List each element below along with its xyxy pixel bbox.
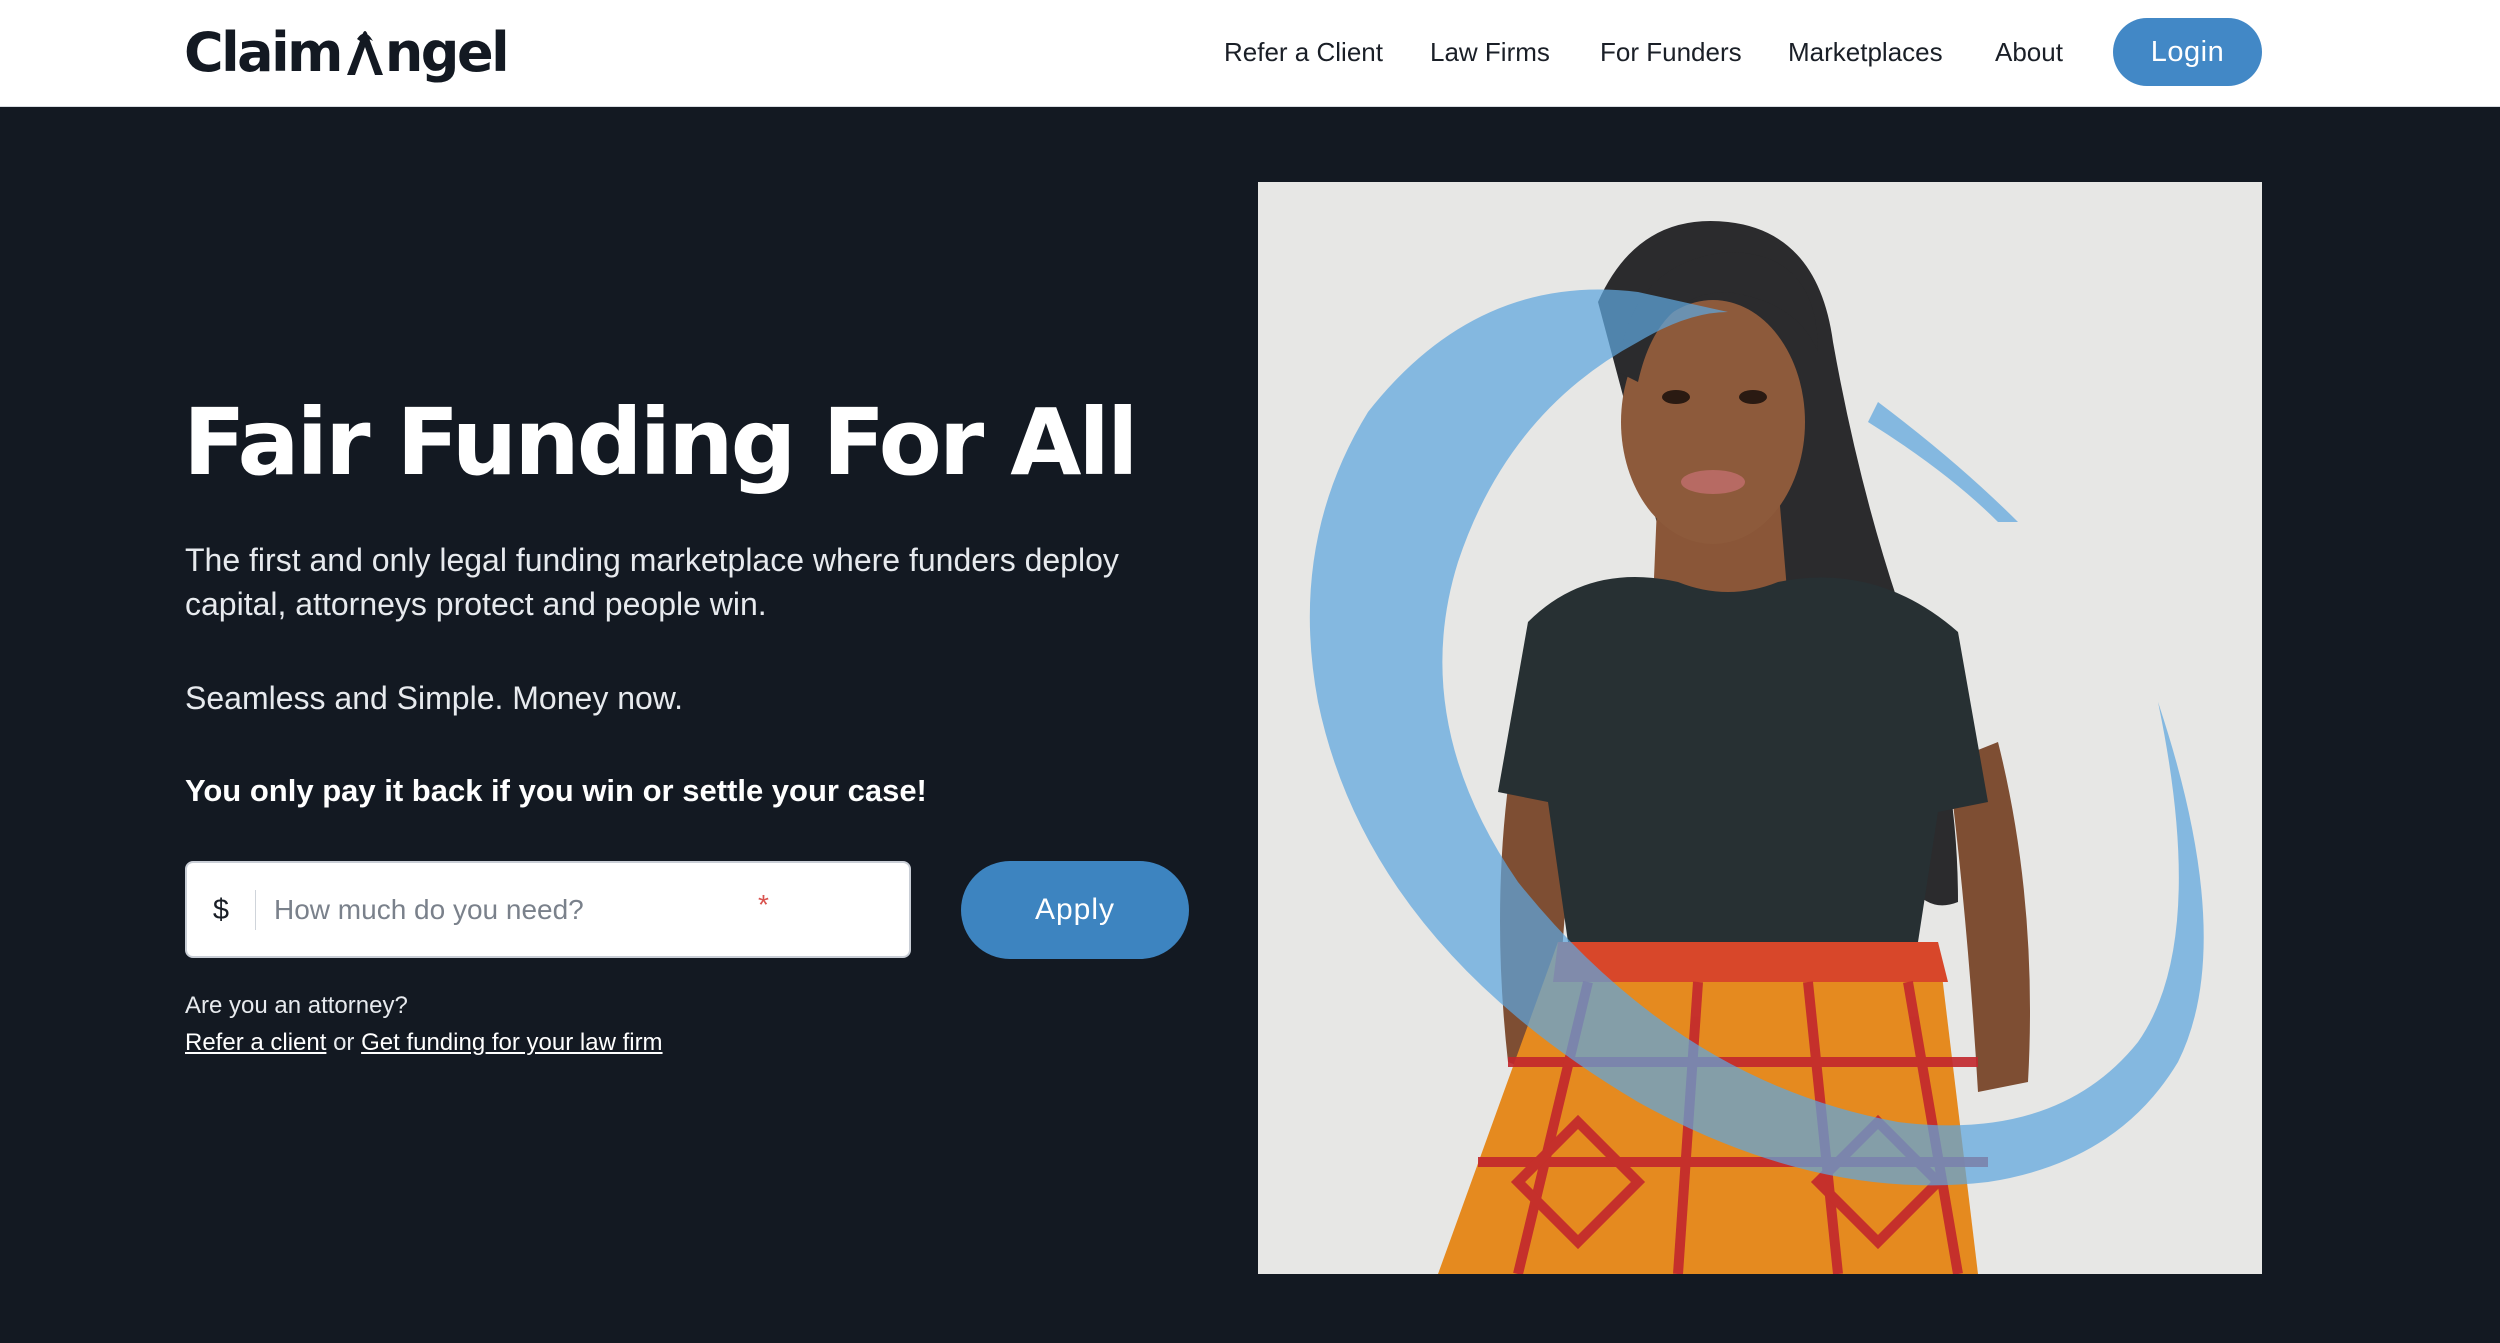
hero-photo-illustration (1258, 182, 2262, 1274)
nav-about[interactable]: About (1995, 36, 2063, 68)
required-mark: * (758, 889, 769, 920)
hero-subline: Seamless and Simple. Money now. (185, 680, 684, 716)
hero-description: The first and only legal funding marketp… (185, 542, 1119, 622)
refer-client-link[interactable]: Refer a client (185, 1029, 326, 1056)
currency-symbol: $ (187, 889, 256, 930)
law-firm-funding-link[interactable]: Get funding for your law firm (361, 1029, 662, 1056)
attorney-question: Are you an attorney? (185, 992, 408, 1019)
nav-marketplaces[interactable]: Marketplaces (1788, 36, 1943, 68)
hero-pay-back-line: You only pay it back if you win or settl… (185, 773, 927, 808)
hero-photo (1258, 182, 2262, 1274)
nav-for-funders[interactable]: For Funders (1600, 36, 1742, 68)
angel-a-logo-icon (346, 31, 383, 75)
amount-field[interactable]: $ * (185, 861, 911, 958)
login-button[interactable]: Login (2113, 18, 2262, 86)
apply-button[interactable]: Apply (961, 861, 1189, 959)
nav-law-firms[interactable]: Law Firms (1430, 36, 1550, 68)
attorney-links: Refer a client or Get funding for your l… (185, 1027, 663, 1059)
logo-text-left: Claim (184, 20, 343, 84)
site-header: Claim ngel Refer a Client Law Firms For … (0, 0, 2500, 107)
hero-title: Fair Funding For All (183, 389, 1138, 496)
logo-text-right: ngel (384, 20, 510, 84)
amount-input[interactable] (274, 879, 874, 940)
nav-refer-a-client[interactable]: Refer a Client (1224, 36, 1383, 68)
claimangel-logo[interactable]: Claim ngel (184, 17, 510, 87)
or-text: or (333, 1029, 355, 1056)
